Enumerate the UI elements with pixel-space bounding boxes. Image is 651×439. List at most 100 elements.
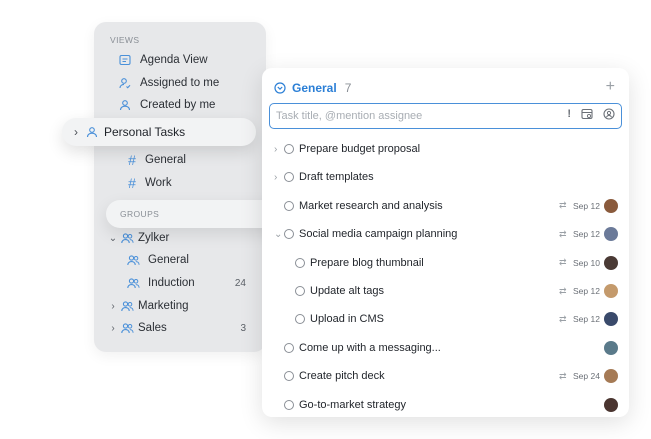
task-checkbox[interactable] <box>284 172 294 183</box>
input-placeholder: Task title, @mention assignee <box>276 110 423 122</box>
subtask-icon: ⇄ <box>559 370 567 381</box>
task-row[interactable]: ⌄ Social media campaign planning ⇄ Sep 12 <box>262 224 629 244</box>
sidebar-item-marketing[interactable]: › Marketing <box>108 297 188 315</box>
task-checkbox[interactable] <box>284 200 294 211</box>
hash-icon: # <box>128 175 136 191</box>
collapse-circle-icon[interactable] <box>274 82 286 94</box>
sidebar-item-label: Induction <box>148 277 195 289</box>
task-title: Market research and analysis <box>299 199 443 212</box>
task-title: Social media campaign planning <box>299 228 458 241</box>
chevron-right-icon[interactable]: › <box>74 125 78 139</box>
hash-icon: # <box>128 152 136 168</box>
task-row[interactable]: Come up with a messaging... <box>262 338 629 358</box>
add-icon[interactable]: + <box>606 78 615 96</box>
task-checkbox[interactable] <box>284 399 294 410</box>
avatar[interactable] <box>604 340 618 355</box>
task-row[interactable]: Upload in CMS ⇄ Sep 12 <box>262 309 629 329</box>
avatar[interactable] <box>604 255 618 270</box>
sidebar-item-induction[interactable]: Induction 24 <box>126 274 246 292</box>
task-checkbox[interactable] <box>284 371 294 382</box>
subtask-icon: ⇄ <box>559 200 567 211</box>
task-title-input[interactable]: Task title, @mention assignee ! <box>269 103 622 129</box>
panel-title: General <box>292 81 337 95</box>
priority-icon[interactable]: ! <box>567 108 571 120</box>
chevron-right-icon[interactable]: › <box>108 301 118 312</box>
sidebar-item-personal-tasks[interactable]: › Personal Tasks <box>62 118 256 146</box>
avatar[interactable] <box>604 369 618 384</box>
due-date: Sep 12 <box>573 314 600 325</box>
user-assigned-icon <box>118 76 132 90</box>
chevron-down-icon[interactable]: ⌄ <box>108 233 118 244</box>
group-icon <box>126 276 140 290</box>
sidebar-item-agenda-view[interactable]: Agenda View <box>118 51 208 69</box>
task-row[interactable]: Go-to-market strategy <box>262 395 629 415</box>
subtask-icon: ⇄ <box>559 285 567 296</box>
task-title: Go-to-market strategy <box>299 398 406 411</box>
sidebar: VIEWS Agenda View Assigned to me Created… <box>94 22 266 352</box>
task-checkbox[interactable] <box>284 144 294 154</box>
task-checkbox[interactable] <box>295 314 305 325</box>
due-date: Sep 12 <box>573 286 600 296</box>
due-date: Sep 24 <box>573 371 600 382</box>
group-icon <box>120 299 134 313</box>
sidebar-item-work[interactable]: # Work <box>126 174 172 192</box>
task-row[interactable]: › Draft templates <box>262 167 629 187</box>
group-icon <box>120 321 134 335</box>
task-title: Come up with a messaging... <box>299 341 441 354</box>
task-title: Upload in CMS <box>310 313 384 326</box>
item-count: 24 <box>234 277 246 289</box>
chevron-right-icon[interactable]: › <box>274 144 277 155</box>
task-title: Prepare budget proposal <box>299 143 421 155</box>
due-date: Sep 12 <box>573 200 600 211</box>
task-checkbox[interactable] <box>284 342 294 353</box>
task-checkbox[interactable] <box>295 257 305 268</box>
avatar[interactable] <box>604 284 618 298</box>
views-section-label: VIEWS <box>110 35 140 45</box>
task-title: Draft templates <box>299 171 374 184</box>
due-date: Sep 10 <box>573 257 600 268</box>
task-row[interactable]: Prepare blog thumbnail ⇄ Sep 10 <box>262 253 629 273</box>
sidebar-item-sales[interactable]: › Sales 3 <box>108 319 246 337</box>
due-date-icon[interactable] <box>581 108 593 120</box>
sidebar-item-created-by-me[interactable]: Created by me <box>118 96 215 114</box>
sidebar-item-label: Sales <box>138 322 167 334</box>
task-title: Update alt tags <box>310 285 384 297</box>
sidebar-item-label: Agenda View <box>140 54 208 66</box>
chevron-right-icon[interactable]: › <box>274 172 277 183</box>
subtask-icon: ⇄ <box>559 228 567 239</box>
chevron-right-icon[interactable]: › <box>108 323 118 334</box>
sidebar-item-label: Created by me <box>140 99 216 111</box>
task-checkbox[interactable] <box>284 229 294 240</box>
sidebar-item-zylker[interactable]: ⌄ Zylker <box>108 229 170 247</box>
user-icon <box>86 126 98 138</box>
item-count: 3 <box>240 322 246 334</box>
assignee-icon[interactable] <box>603 108 615 120</box>
sidebar-item-label: General <box>145 154 186 166</box>
task-row[interactable]: Market research and analysis ⇄ Sep 12 <box>262 196 629 216</box>
chevron-down-icon[interactable]: ⌄ <box>274 229 282 240</box>
group-icon <box>126 253 140 267</box>
avatar[interactable] <box>604 312 618 327</box>
group-icon <box>120 231 134 245</box>
task-row[interactable]: Create pitch deck ⇄ Sep 24 <box>262 366 629 386</box>
task-checkbox[interactable] <box>295 286 305 296</box>
task-count: 7 <box>344 81 352 95</box>
task-title: Create pitch deck <box>299 370 385 383</box>
sidebar-item-group-general[interactable]: General <box>126 251 246 269</box>
sidebar-item-general[interactable]: # General <box>126 151 186 169</box>
task-row[interactable]: › Prepare budget proposal <box>262 139 629 159</box>
avatar[interactable] <box>604 397 618 412</box>
sidebar-item-label: Assigned to me <box>140 77 220 89</box>
task-title: Prepare blog thumbnail <box>310 256 424 269</box>
task-row[interactable]: Update alt tags ⇄ Sep 12 <box>262 281 629 301</box>
sidebar-item-assigned-to-me[interactable]: Assigned to me <box>118 74 219 92</box>
groups-section-label: GROUPS <box>106 200 282 228</box>
avatar[interactable] <box>604 198 618 213</box>
due-date: Sep 12 <box>573 229 600 240</box>
subtask-icon: ⇄ <box>559 313 567 324</box>
calendar-icon <box>118 53 132 67</box>
avatar[interactable] <box>604 227 618 242</box>
sidebar-item-label: Work <box>145 177 172 189</box>
subtask-icon: ⇄ <box>559 257 567 268</box>
sidebar-item-label: General <box>148 254 189 266</box>
